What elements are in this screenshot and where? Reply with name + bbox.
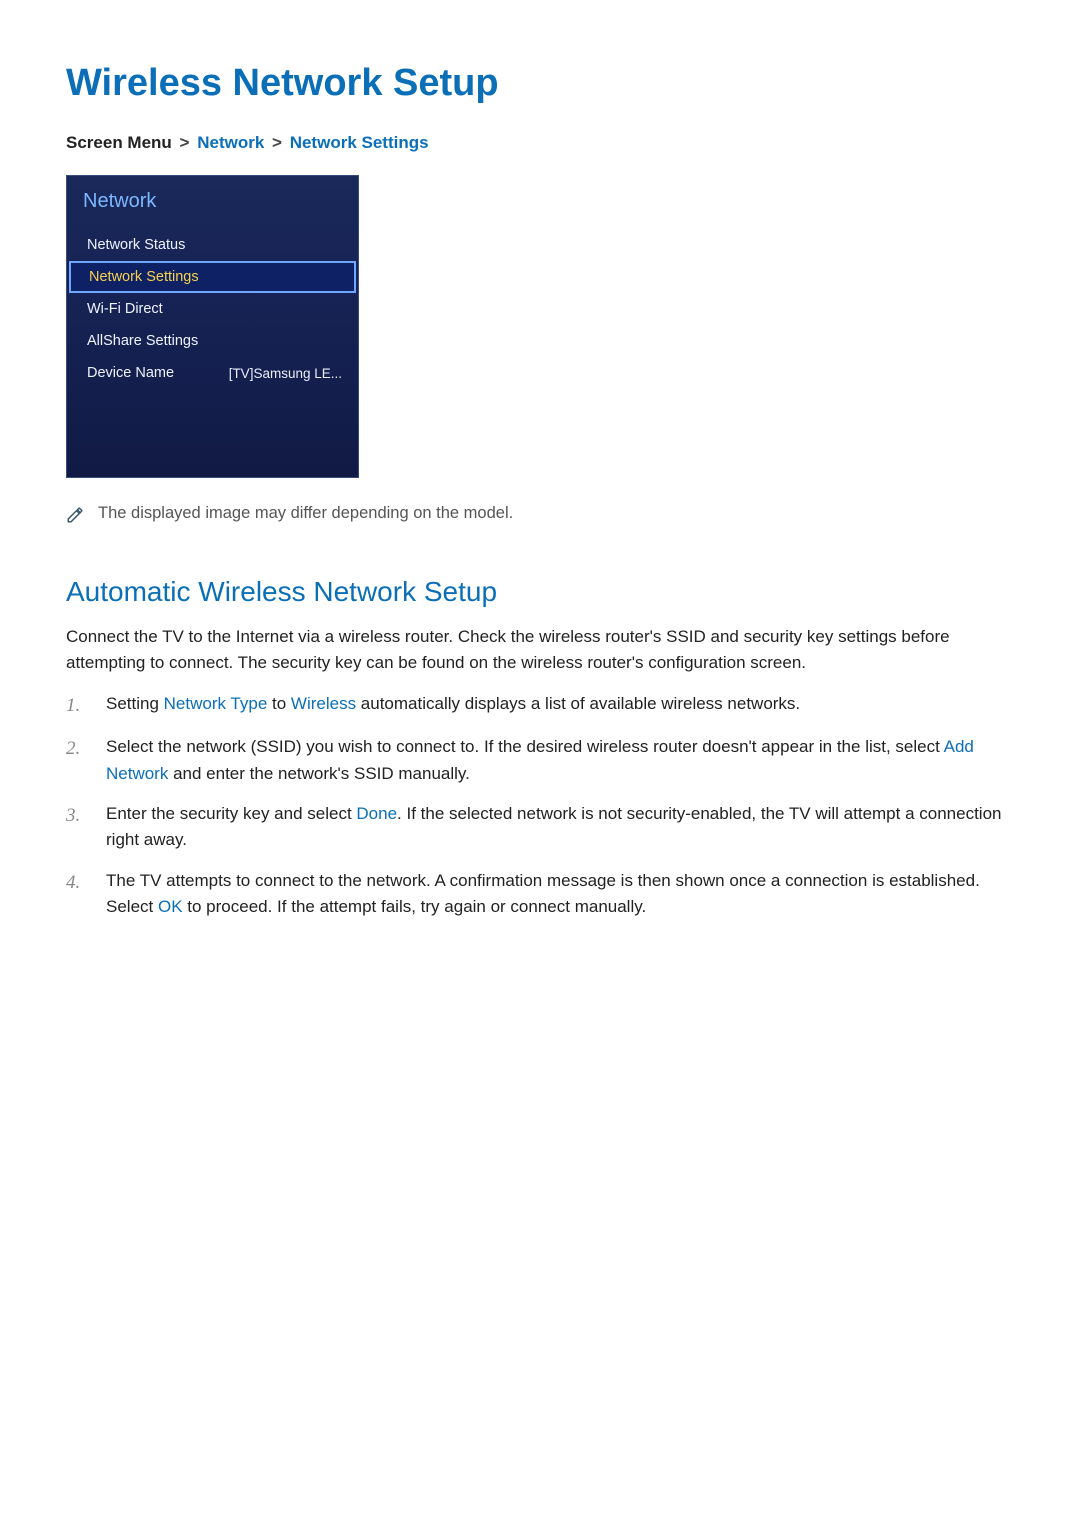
note-row: The displayed image may differ depending… bbox=[66, 504, 1014, 524]
menu-item-label: Device Name bbox=[87, 365, 174, 381]
step-item: Enter the security key and select Done. … bbox=[66, 801, 1014, 854]
pencil-icon bbox=[66, 506, 84, 524]
note-text: The displayed image may differ depending… bbox=[98, 504, 513, 523]
step-text: Select the network (SSID) you wish to co… bbox=[106, 737, 944, 756]
menu-item-network-settings[interactable]: Network Settings bbox=[69, 261, 356, 293]
step-body: The TV attempts to connect to the networ… bbox=[106, 868, 1014, 921]
step-item: Setting Network Type to Wireless automat… bbox=[66, 691, 1014, 720]
step-highlight: Done bbox=[356, 804, 397, 823]
step-item: The TV attempts to connect to the networ… bbox=[66, 868, 1014, 921]
section-title: Automatic Wireless Network Setup bbox=[66, 576, 1014, 608]
menu-item-label: Network Settings bbox=[89, 269, 199, 285]
step-text: automatically displays a list of availab… bbox=[356, 694, 800, 713]
breadcrumb-sep: > bbox=[272, 133, 282, 152]
step-highlight: Wireless bbox=[291, 694, 356, 713]
step-highlight: Network Type bbox=[164, 694, 268, 713]
breadcrumb-network[interactable]: Network bbox=[197, 133, 264, 152]
breadcrumb: Screen Menu > Network > Network Settings bbox=[66, 133, 1014, 153]
breadcrumb-prefix: Screen Menu bbox=[66, 133, 172, 152]
breadcrumb-sep: > bbox=[180, 133, 190, 152]
step-body: Setting Network Type to Wireless automat… bbox=[106, 691, 1014, 720]
menu-item-device-name[interactable]: Device Name [TV]Samsung LE... bbox=[67, 357, 358, 389]
step-text: and enter the network's SSID manually. bbox=[168, 764, 470, 783]
menu-header: Network bbox=[67, 176, 358, 229]
menu-item-label: Wi-Fi Direct bbox=[87, 301, 163, 317]
menu-item-label: AllShare Settings bbox=[87, 333, 198, 349]
menu-item-label: Network Status bbox=[87, 237, 185, 253]
step-text: to proceed. If the attempt fails, try ag… bbox=[183, 897, 647, 916]
step-list: Setting Network Type to Wireless automat… bbox=[66, 691, 1014, 921]
menu-item-wi-fi-direct[interactable]: Wi-Fi Direct bbox=[67, 293, 358, 325]
step-body: Enter the security key and select Done. … bbox=[106, 801, 1014, 854]
step-body: Select the network (SSID) you wish to co… bbox=[106, 734, 1014, 787]
step-text: Setting bbox=[106, 694, 164, 713]
menu-item-network-status[interactable]: Network Status bbox=[67, 229, 358, 261]
breadcrumb-network-settings[interactable]: Network Settings bbox=[290, 133, 429, 152]
step-item: Select the network (SSID) you wish to co… bbox=[66, 734, 1014, 787]
menu-item-value: [TV]Samsung LE... bbox=[229, 366, 342, 381]
step-highlight: OK bbox=[158, 897, 183, 916]
network-menu-panel: Network Network Status Network Settings Wi… bbox=[66, 175, 359, 478]
section-intro: Connect the TV to the Internet via a wir… bbox=[66, 624, 1014, 675]
page-title: Wireless Network Setup bbox=[66, 62, 1014, 105]
step-text: Enter the security key and select bbox=[106, 804, 356, 823]
step-text: to bbox=[267, 694, 291, 713]
menu-panel-spacer bbox=[67, 389, 358, 477]
menu-item-allshare-settings[interactable]: AllShare Settings bbox=[67, 325, 358, 357]
